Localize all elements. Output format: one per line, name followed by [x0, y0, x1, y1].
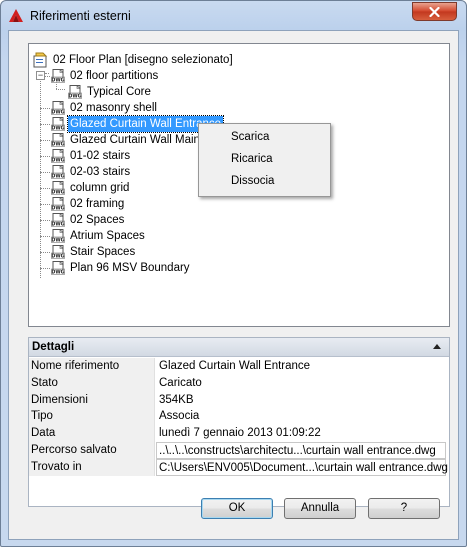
- details-key: Dimensioni: [29, 391, 155, 409]
- details-value[interactable]: C:\Users\ENV005\Document...\curtain wall…: [156, 458, 448, 476]
- tree-guide: [40, 156, 50, 157]
- tree-item[interactable]: DWG 02 Spaces: [31, 212, 431, 228]
- dwg-file-icon: DWG: [51, 164, 66, 180]
- details-row: Trovato in C:\Users\ENV005\Document...\cu…: [29, 458, 449, 476]
- window-title: Riferimenti esterni: [30, 9, 131, 23]
- dwg-file-icon: DWG: [51, 180, 66, 196]
- tree-guide: [40, 188, 50, 189]
- details-value[interactable]: ..\..\..\constructs\architectu...\curtai…: [156, 442, 446, 459]
- details-value: lunedì 7 gennaio 2013 01:09:22: [159, 427, 321, 440]
- svg-text:DWG: DWG: [51, 222, 64, 227]
- tree-guide: [40, 268, 50, 269]
- details-row: Tipo Associa: [29, 408, 449, 426]
- svg-text:DWG: DWG: [51, 206, 64, 211]
- details-row: Stato Caricato: [29, 374, 449, 392]
- tree-guide: [40, 140, 50, 141]
- collapse-toggle-icon[interactable]: −: [36, 71, 45, 80]
- title-bar[interactable]: Riferimenti esterni: [1, 1, 466, 31]
- svg-text:DWG: DWG: [51, 78, 64, 83]
- dwg-file-icon: DWG: [68, 84, 83, 100]
- context-menu: Scarica Ricarica Dissocia: [198, 123, 331, 197]
- svg-text:DWG: DWG: [51, 110, 64, 115]
- collapse-arrow-icon[interactable]: [433, 344, 441, 349]
- ok-button[interactable]: OK: [201, 498, 273, 519]
- details-value: 354KB: [159, 393, 194, 406]
- tree-guide: [40, 204, 50, 205]
- menu-item-reload[interactable]: Ricarica: [201, 148, 328, 170]
- dwg-file-icon: DWG: [51, 100, 66, 116]
- details-row: Dimensioni 354KB: [29, 391, 449, 409]
- svg-text:DWG: DWG: [51, 190, 64, 195]
- tree-item-label: 02 floor partitions: [70, 70, 159, 82]
- help-button[interactable]: ?: [368, 498, 440, 519]
- tree-guide: [40, 252, 50, 253]
- tree-item-label: 02 masonry shell: [70, 102, 157, 114]
- details-row: Percorso salvato ..\..\..\constructs\arch…: [29, 442, 449, 459]
- details-title: Dettagli: [32, 341, 75, 353]
- details-value: Glazed Curtain Wall Entrance: [159, 360, 311, 372]
- tree-item-label: Atrium Spaces: [70, 230, 145, 242]
- tree-guide: [40, 236, 50, 237]
- tree-item-label: Typical Core: [87, 86, 151, 98]
- details-value: Associa: [159, 410, 200, 423]
- tree-item-label: column grid: [70, 182, 130, 194]
- autocad-app-icon: [9, 9, 23, 22]
- cancel-button[interactable]: Annulla: [284, 498, 356, 519]
- details-key: Nome riferimento: [29, 358, 155, 375]
- drawing-sheet-icon: [33, 52, 48, 68]
- menu-item-unload[interactable]: Scarica: [201, 126, 328, 148]
- dwg-file-icon: DWG: [51, 244, 66, 260]
- tree-item[interactable]: DWG 02 framing: [31, 196, 431, 212]
- tree-item[interactable]: DWG Stair Spaces: [31, 244, 431, 260]
- tree-item-label: 02 Spaces: [70, 214, 125, 226]
- dwg-file-icon: DWG: [51, 148, 66, 164]
- details-row: Nome riferimento Glazed Curtain Wall Entr…: [29, 358, 449, 375]
- menu-item-detach[interactable]: Dissocia: [201, 170, 328, 192]
- dwg-file-icon: DWG: [51, 260, 66, 276]
- dwg-file-icon: DWG: [51, 228, 66, 244]
- svg-text:DWG: DWG: [51, 270, 64, 275]
- tree-guide: [40, 108, 50, 109]
- close-icon: [429, 6, 440, 17]
- tree-root-label: 02 Floor Plan [disegno selezionato]: [53, 54, 233, 66]
- dwg-file-icon: DWG: [51, 116, 66, 132]
- tree-item-label: Stair Spaces: [70, 246, 136, 258]
- xref-dialog-window: Riferimenti esterni 02 Floor Plan [diseg…: [0, 0, 467, 547]
- tree-guide: [40, 172, 50, 173]
- svg-text:DWG: DWG: [51, 126, 64, 131]
- svg-text:DWG: DWG: [51, 174, 64, 179]
- details-key: Stato: [29, 374, 155, 392]
- svg-text:DWG: DWG: [51, 142, 64, 147]
- svg-text:DWG: DWG: [51, 158, 64, 163]
- svg-text:DWG: DWG: [51, 254, 64, 259]
- tree-item[interactable]: − DWG 02 floor partitions: [31, 68, 431, 84]
- tree-guide: [40, 220, 50, 221]
- tree-item-label: Plan 96 MSV Boundary: [70, 262, 190, 274]
- tree-item[interactable]: DWG Plan 96 MSV Boundary: [31, 260, 431, 276]
- tree-item[interactable]: DWG 02 masonry shell: [31, 100, 431, 116]
- details-key: Trovato in: [29, 458, 155, 476]
- tree-item-label: Glazed Curtain Wall Main: [70, 134, 200, 146]
- svg-text:DWG: DWG: [51, 238, 64, 243]
- details-header[interactable]: Dettagli: [29, 338, 449, 357]
- tree-guide: [40, 124, 50, 125]
- dwg-file-icon: DWG: [51, 132, 66, 148]
- tree-item[interactable]: DWG Atrium Spaces: [31, 228, 431, 244]
- details-row: Data lunedì 7 gennaio 2013 01:09:22: [29, 425, 449, 443]
- tree-item[interactable]: DWG Typical Core: [31, 84, 431, 100]
- tree-item-label: 02-03 stairs: [70, 166, 131, 178]
- details-key: Percorso salvato: [29, 442, 155, 459]
- close-button[interactable]: [412, 2, 457, 21]
- dwg-file-icon: DWG: [51, 68, 66, 84]
- dwg-file-icon: DWG: [51, 196, 66, 212]
- svg-text:DWG: DWG: [68, 94, 81, 99]
- tree-item-label: 02 framing: [70, 198, 125, 210]
- dwg-file-icon: DWG: [51, 212, 66, 228]
- details-key: Data: [29, 425, 155, 443]
- details-value: Caricato: [159, 376, 202, 389]
- details-key: Tipo: [29, 408, 155, 426]
- details-panel: Dettagli Nome riferimento Glazed Curtain …: [28, 337, 450, 507]
- tree-item-label: 01-02 stairs: [70, 150, 131, 162]
- tree-root[interactable]: 02 Floor Plan [disegno selezionato]: [31, 52, 331, 68]
